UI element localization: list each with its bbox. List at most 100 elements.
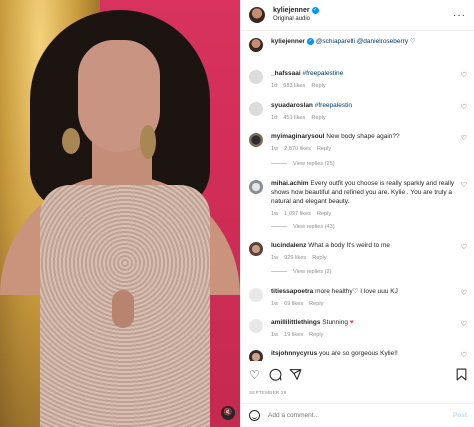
list-item: titiessapoetra more healthy♡ I love uuu …	[249, 287, 467, 309]
avatar[interactable]	[249, 319, 263, 333]
list-item: mihai.achim Every outfit you choose is r…	[249, 179, 467, 219]
caption-row: kyliejenner ✓ @schiaparelli @danielrosebe…	[249, 37, 467, 52]
reply-button[interactable]: Reply	[311, 115, 325, 121]
list-item: lucindalenz What a body It's weird to me…	[249, 241, 467, 263]
reply-button[interactable]: Reply	[309, 301, 323, 307]
avatar[interactable]	[249, 38, 263, 52]
reply-button[interactable]: Reply	[312, 255, 326, 261]
comment-body: amillilittlethings Stunning ♥ 1w 19 likes…	[271, 318, 467, 340]
comment-text: mihai.achim Every outfit you choose is r…	[271, 179, 467, 206]
comment-time: 1w	[271, 301, 279, 307]
bookmark-icon[interactable]	[456, 368, 467, 384]
comment-meta: 1w 929 likes Reply	[271, 254, 467, 263]
caption-emoji: ♡	[409, 38, 416, 45]
heart-icon[interactable]: ♡	[461, 103, 467, 111]
comment-icon[interactable]	[269, 368, 282, 384]
comment-time: 1w	[271, 146, 279, 152]
comment-content[interactable]: #freepalestine	[302, 70, 343, 77]
photo-earring-right	[140, 125, 156, 159]
avatar[interactable]	[249, 102, 263, 116]
comment-meta: 1d 683 likes Reply	[271, 82, 467, 91]
comment-content: What a body It's weird to me	[308, 242, 391, 249]
reply-button[interactable]: Reply	[309, 332, 323, 338]
verified-badge-icon: ✓	[306, 37, 314, 45]
comment-user[interactable]: itsjohnnycyrus	[271, 350, 317, 357]
post-photo[interactable]: 🔇	[0, 0, 240, 427]
list-item: amillilittlethings Stunning ♥ 1w 19 likes…	[249, 318, 467, 340]
heart-icon[interactable]: ♡	[249, 368, 260, 382]
comment-text: myimaginarysoul New body shape again??	[271, 132, 467, 141]
comment-likes[interactable]: 929 likes	[284, 255, 306, 261]
comment-likes[interactable]: 69 likes	[284, 301, 303, 307]
comment-likes[interactable]: 683 likes	[283, 83, 305, 89]
view-replies-button[interactable]: View replies (43)	[271, 224, 335, 230]
comment-user[interactable]: amillilittlethings	[271, 319, 320, 326]
avatar[interactable]	[249, 70, 263, 84]
heart-icon[interactable]: ♡	[461, 134, 467, 142]
comment-user[interactable]: titiessapoetra	[271, 288, 313, 295]
heart-icon[interactable]: ♡	[461, 243, 467, 251]
post-side-panel: kyliejenner ✓ Original audio ··· kyliejen…	[240, 0, 474, 427]
emoji-icon[interactable]	[249, 410, 260, 421]
comment-likes[interactable]: 451 likes	[283, 115, 305, 121]
view-replies-button[interactable]: View replies (25)	[271, 161, 335, 167]
comment-time: 1w	[271, 211, 279, 217]
comment-content: Stunning	[322, 319, 348, 326]
list-item: myimaginarysoul New body shape again?? 1…	[249, 132, 467, 154]
comment-text: titiessapoetra more healthy♡ I love uuu …	[271, 287, 467, 296]
avatar[interactable]	[249, 350, 263, 361]
comment-input[interactable]	[268, 412, 418, 419]
comment-content: more healthy♡ I love uuu KJ	[315, 288, 398, 295]
heart-icon[interactable]: ♡	[461, 181, 467, 189]
comment-time: 1w	[271, 332, 279, 338]
caption-mentions[interactable]: @schiaparelli @danielroseberry	[316, 38, 408, 45]
reply-button[interactable]: Reply	[317, 211, 331, 217]
view-replies-button[interactable]: View replies (2)	[271, 269, 331, 275]
reply-button[interactable]: Reply	[317, 146, 331, 152]
heart-icon[interactable]: ♡	[461, 320, 467, 328]
avatar[interactable]	[249, 288, 263, 302]
comment-body: _hafssaai #freepalestine 1d 683 likes Repl…	[271, 69, 467, 91]
comment-user[interactable]: myimaginarysoul	[271, 133, 324, 140]
heart-icon[interactable]: ♡	[461, 289, 467, 297]
avatar[interactable]	[249, 242, 263, 256]
comments-list[interactable]: kyliejenner ✓ @schiaparelli @danielrosebe…	[241, 31, 474, 361]
comment-time: 1d	[271, 83, 278, 89]
speaker-muted-icon[interactable]: 🔇	[221, 406, 235, 420]
caption-author[interactable]: kyliejenner	[271, 38, 305, 45]
post-modal: 🔇 kyliejenner ✓ Original audio ··· kyliej…	[0, 0, 474, 427]
comment-likes[interactable]: 1,097 likes	[284, 211, 311, 217]
heart-icon[interactable]: ♡	[461, 71, 467, 79]
comment-time: 1d	[271, 115, 278, 121]
post-comment-button[interactable]: Post	[453, 412, 467, 419]
comment-text: _hafssaai #freepalestine	[271, 69, 467, 78]
avatar[interactable]	[249, 133, 263, 147]
comment-time: 1w	[271, 255, 279, 261]
comment-user[interactable]: lucindalenz	[271, 242, 306, 249]
more-icon[interactable]: ···	[453, 10, 466, 21]
post-date[interactable]: SEPTEMBER 28	[249, 390, 287, 395]
share-icon[interactable]	[289, 368, 302, 384]
heart-icon[interactable]: ♡	[461, 351, 467, 359]
comment-meta: 1w 2,870 likes Reply	[271, 145, 467, 154]
comment-likes[interactable]: 2,870 likes	[284, 146, 311, 152]
comment-content[interactable]: #freepalestin	[315, 102, 352, 109]
reply-button[interactable]: Reply	[311, 83, 325, 89]
comment-content: New body shape again??	[326, 133, 400, 140]
comment-likes[interactable]: 19 likes	[284, 332, 303, 338]
list-item: _hafssaai #freepalestine 1d 683 likes Repl…	[249, 69, 467, 91]
comment-text: itsjohnnycyrus you are so gorgeous Kylie…	[271, 349, 467, 358]
comment-user[interactable]: mihai.achim	[271, 180, 309, 187]
comment-user[interactable]: syuadaroslan	[271, 102, 313, 109]
comment-body: lucindalenz What a body It's weird to me…	[271, 241, 467, 263]
comment-meta: 1w 69 likes Reply	[271, 300, 467, 309]
author-username[interactable]: kyliejenner	[273, 7, 310, 14]
avatar[interactable]	[249, 180, 263, 194]
author-avatar[interactable]	[249, 7, 265, 23]
comment-meta: 1d 451 likes Reply	[271, 114, 467, 123]
audio-label[interactable]: Original audio	[273, 15, 319, 24]
comment-meta: 1w 19 likes Reply	[271, 331, 467, 340]
caption-body: kyliejenner ✓ @schiaparelli @danielrosebe…	[271, 37, 467, 52]
comment-user[interactable]: _hafssaai	[271, 70, 301, 77]
comment-body: mihai.achim Every outfit you choose is r…	[271, 179, 467, 219]
